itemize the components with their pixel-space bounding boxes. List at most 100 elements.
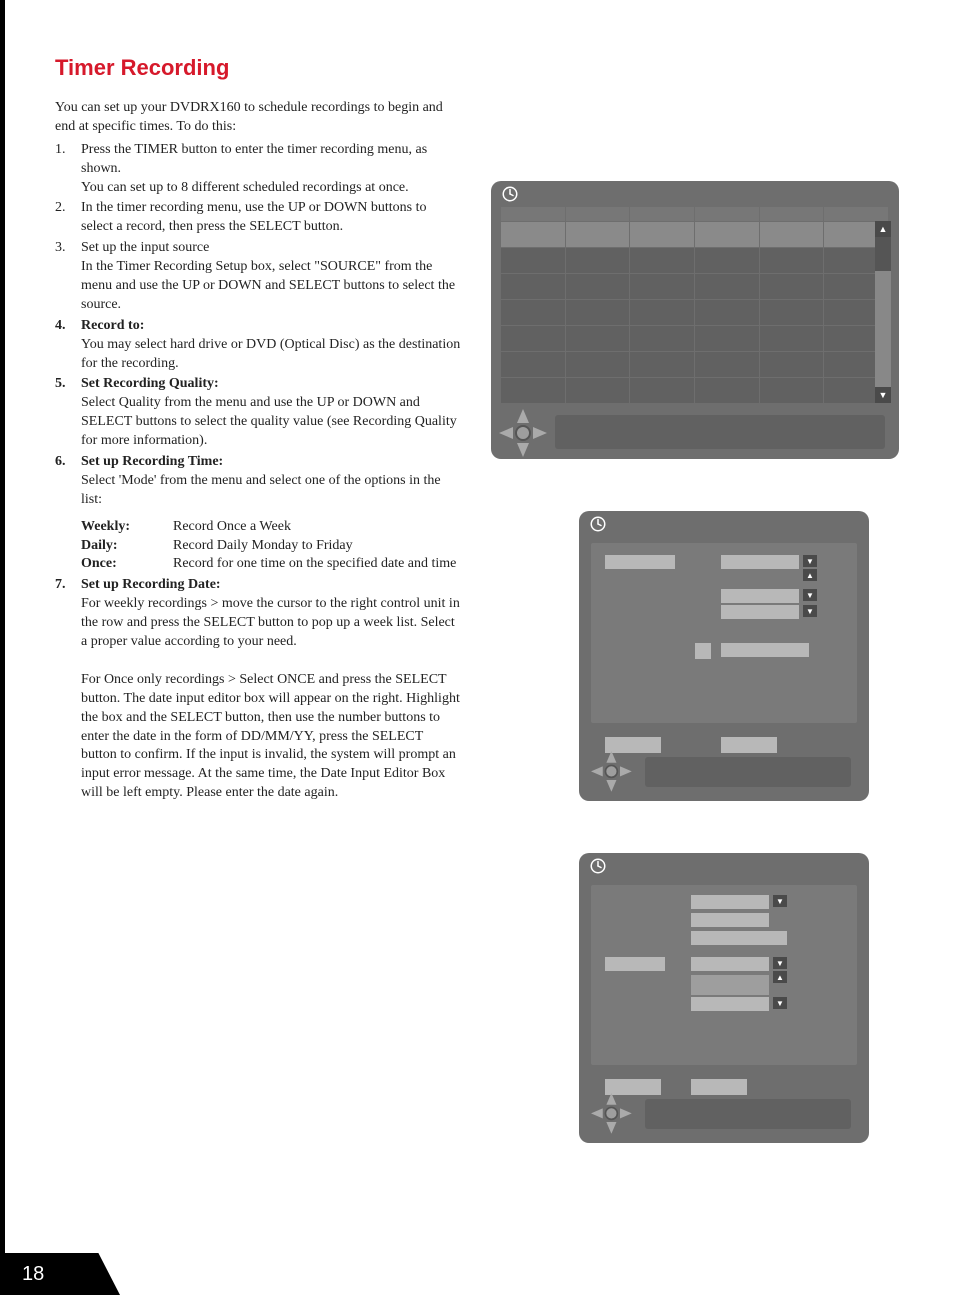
- form-value[interactable]: [721, 555, 799, 569]
- dpad-icon: [499, 409, 547, 457]
- setup-dialog-1-screenshot: ▼ ▲ ▼ ▼: [579, 511, 869, 801]
- hint-bar: [645, 1099, 851, 1129]
- form-value[interactable]: [691, 913, 769, 927]
- dpad-icon: [591, 1093, 632, 1134]
- table-row[interactable]: [501, 299, 889, 325]
- clock-icon: [589, 515, 607, 533]
- dpad-center-icon: [605, 1107, 619, 1121]
- clock-icon: [589, 857, 607, 875]
- scroll-down-button[interactable]: ▼: [875, 387, 891, 403]
- step-extra: Select 'Mode' from the menu and select o…: [81, 473, 441, 507]
- dropdown-up-icon[interactable]: ▲: [773, 971, 787, 983]
- step-num: 4.: [55, 317, 81, 374]
- dpad-left-icon: [499, 427, 513, 439]
- timer-menu-screenshot: ▲ ▼: [491, 181, 899, 459]
- table-row[interactable]: [501, 273, 889, 299]
- mode-row: Daily:Record Daily Monday to Friday: [81, 537, 461, 556]
- mode-label: Daily:: [81, 537, 173, 556]
- clock-icon: [501, 185, 519, 203]
- scroll-track[interactable]: [875, 237, 891, 387]
- step-extra: You can set up to 8 different scheduled …: [81, 180, 409, 195]
- dropdown-down-icon[interactable]: ▼: [803, 589, 817, 601]
- step-text: In the timer recording menu, use the UP …: [81, 199, 461, 237]
- panel-body: ▼ ▼ ▲ ▼: [579, 879, 869, 1143]
- panel-header: [579, 853, 869, 879]
- form-value[interactable]: [721, 589, 799, 603]
- step-extra: Select Quality from the menu and use the…: [81, 395, 457, 448]
- page-title: Timer Recording: [55, 55, 899, 81]
- step-body: Set Recording Quality: Select Quality fr…: [81, 375, 461, 451]
- mode-label: Weekly:: [81, 518, 173, 537]
- dpad-icon: [591, 751, 632, 792]
- dropdown-down-icon[interactable]: ▼: [803, 555, 817, 567]
- table-row[interactable]: [501, 221, 889, 247]
- page-edge: [0, 0, 5, 1295]
- dpad-right-icon: [533, 427, 547, 439]
- step-lead: Set Recording Quality:: [81, 376, 219, 391]
- form-value[interactable]: [691, 957, 769, 971]
- step-1: 1. Press the TIMER button to enter the t…: [55, 141, 461, 198]
- panel-footer: [591, 729, 857, 789]
- step-extra: You may select hard drive or DVD (Optica…: [81, 337, 460, 371]
- dpad-right-icon: [620, 1108, 632, 1118]
- dropdown-down-icon[interactable]: ▼: [773, 957, 787, 969]
- step-5: 5. Set Recording Quality: Select Quality…: [55, 375, 461, 451]
- scrollbar[interactable]: ▲ ▼: [875, 221, 891, 403]
- form-label: [605, 957, 665, 971]
- form-value[interactable]: [691, 997, 769, 1011]
- form-value[interactable]: [721, 605, 799, 619]
- step-body: Record to: You may select hard drive or …: [81, 317, 461, 374]
- dropdown-up-icon[interactable]: ▲: [803, 569, 817, 581]
- panel-body: ▼ ▲ ▼ ▼: [579, 537, 869, 801]
- mode-table: Weekly:Record Once a Week Daily:Record D…: [81, 518, 461, 575]
- panel-header: [491, 181, 899, 207]
- dpad-up-icon: [517, 409, 529, 423]
- intro-text: You can set up your DVDRX160 to schedule…: [55, 99, 461, 137]
- dpad-center-icon: [515, 425, 531, 441]
- step-body: Set up Recording Time: Select 'Mode' fro…: [81, 453, 461, 574]
- step-num: 7.: [55, 576, 81, 803]
- step-lead: Set up Recording Date:: [81, 577, 221, 592]
- dpad-up-icon: [606, 1093, 616, 1105]
- step-text: Press the TIMER button to enter the time…: [81, 142, 427, 176]
- step-6: 6. Set up Recording Time: Select 'Mode' …: [55, 453, 461, 574]
- step-7: 7. Set up Recording Date: For weekly rec…: [55, 576, 461, 803]
- dpad-left-icon: [591, 1108, 603, 1118]
- step-lead: Record to:: [81, 318, 144, 333]
- table-row[interactable]: [501, 247, 889, 273]
- mode-row: Once:Record for one time on the specifie…: [81, 555, 461, 574]
- hint-bar: [645, 757, 851, 787]
- step-body: Set up Recording Date: For weekly record…: [81, 576, 461, 803]
- page-number: 18: [22, 1263, 44, 1286]
- step-num: 6.: [55, 453, 81, 574]
- step-extra: In the Timer Recording Setup box, select…: [81, 259, 455, 312]
- hint-bar: [555, 415, 885, 449]
- step-num: 1.: [55, 141, 81, 198]
- mode-desc: Record Once a Week: [173, 518, 461, 537]
- footer-label: [721, 737, 777, 753]
- form-value[interactable]: [721, 643, 809, 657]
- form-value[interactable]: [691, 895, 769, 909]
- grid-header: [501, 207, 889, 221]
- table-row[interactable]: [501, 377, 889, 403]
- dropdown-down-icon[interactable]: ▼: [803, 605, 817, 617]
- dropdown-down-icon[interactable]: ▼: [773, 997, 787, 1009]
- mode-row: Weekly:Record Once a Week: [81, 518, 461, 537]
- panel-footer: [591, 1071, 857, 1131]
- mode-desc: Record for one time on the specified dat…: [173, 555, 461, 574]
- grid-body: ▲ ▼: [501, 221, 889, 403]
- page: Timer Recording You can set up your DVDR…: [0, 0, 954, 1295]
- scroll-thumb[interactable]: [875, 237, 891, 271]
- dpad-down-icon: [606, 780, 616, 792]
- checkbox[interactable]: [695, 643, 711, 659]
- steps-list: 1. Press the TIMER button to enter the t…: [55, 141, 461, 803]
- dropdown-down-icon[interactable]: ▼: [773, 895, 787, 907]
- step-extra2: For Once only recordings > Select ONCE a…: [81, 672, 460, 800]
- table-row[interactable]: [501, 325, 889, 351]
- step-text: Set up the input source: [81, 240, 209, 255]
- form-value[interactable]: [691, 931, 787, 945]
- table-row[interactable]: [501, 351, 889, 377]
- form-value[interactable]: [691, 975, 769, 995]
- scroll-up-button[interactable]: ▲: [875, 221, 891, 237]
- form-area: ▼ ▲ ▼ ▼: [591, 543, 857, 723]
